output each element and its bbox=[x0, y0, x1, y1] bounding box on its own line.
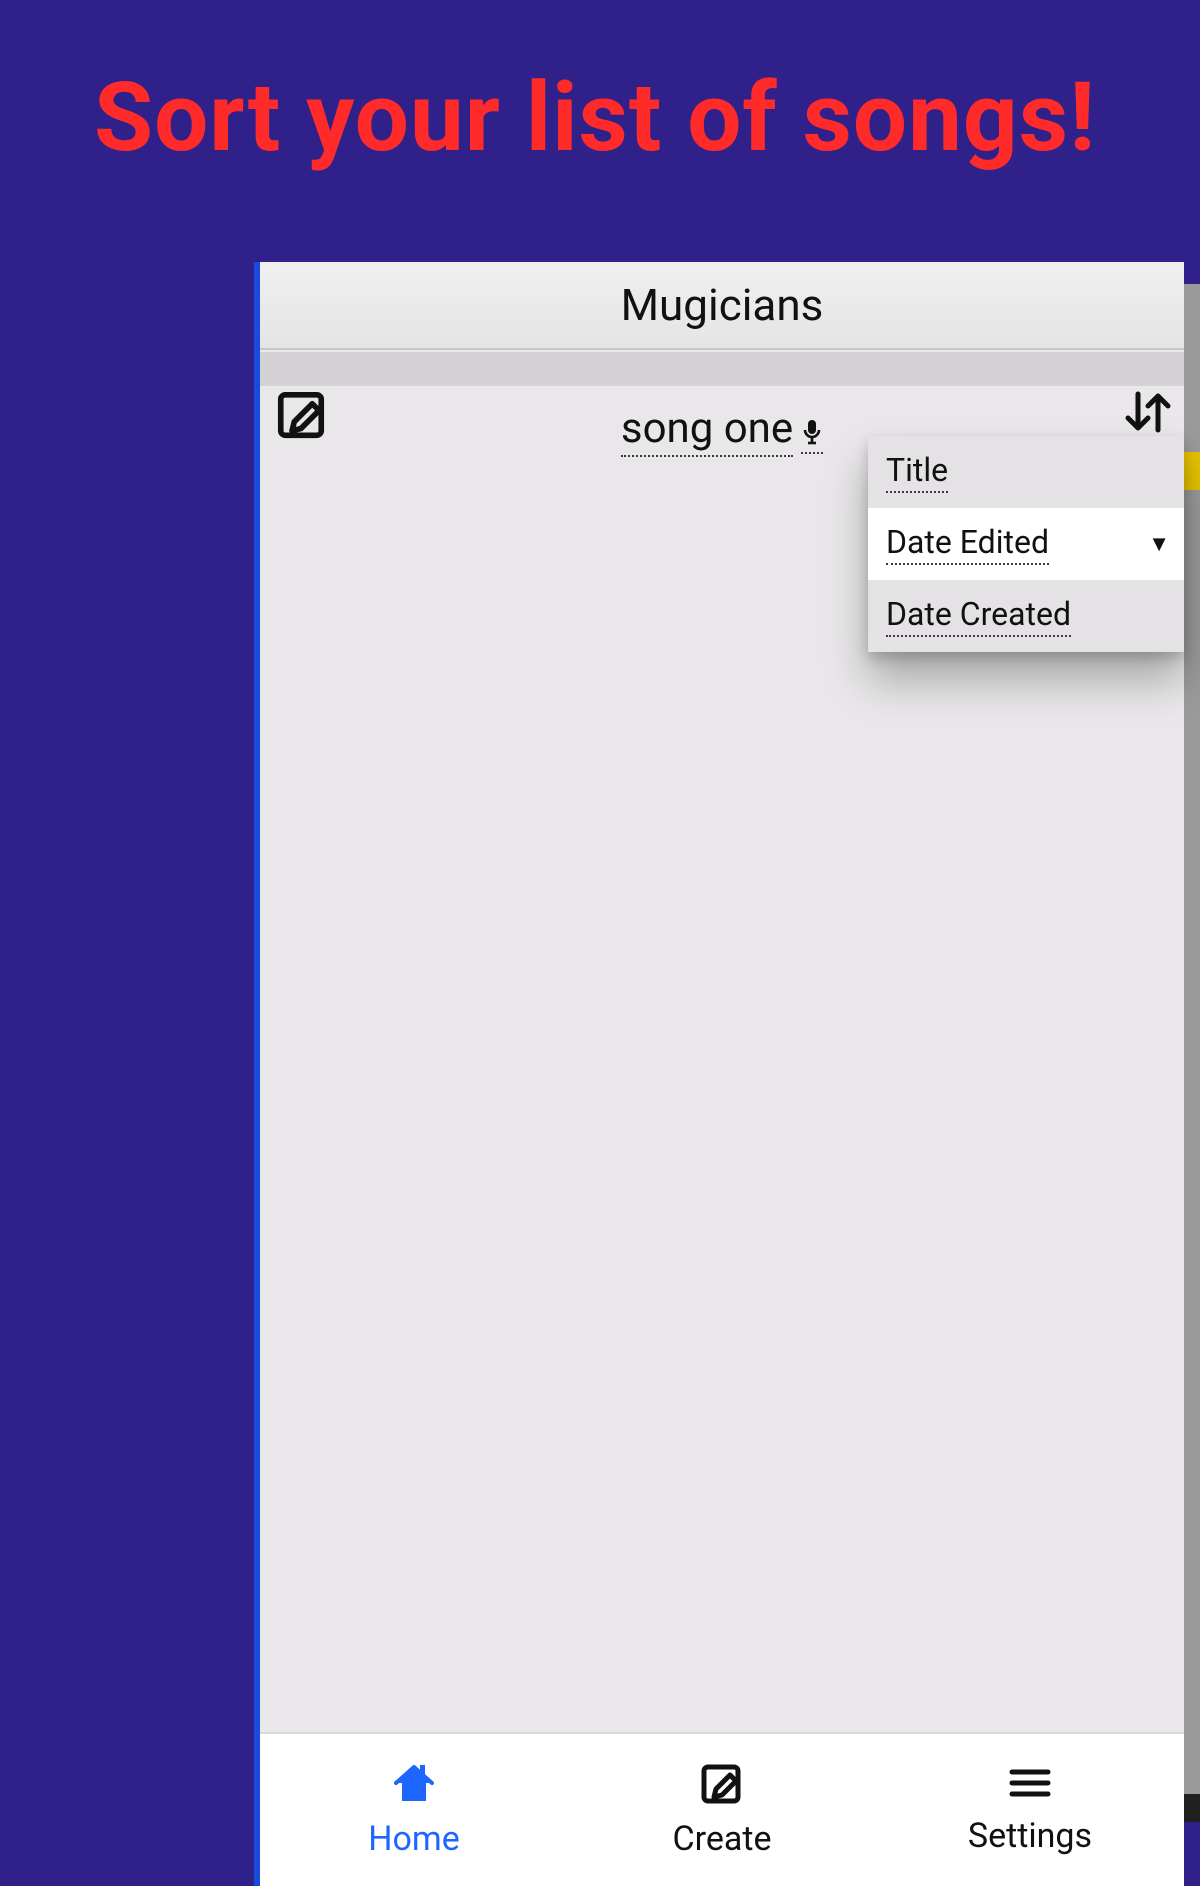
sort-option-title[interactable]: Title bbox=[868, 436, 1184, 508]
sort-arrows-icon[interactable] bbox=[1120, 388, 1174, 440]
app-title: Mugicians bbox=[260, 262, 1184, 350]
nav-home[interactable]: Home bbox=[260, 1734, 568, 1886]
nav-label: Home bbox=[368, 1819, 460, 1859]
bottom-nav: Home Create bbox=[260, 1732, 1184, 1886]
compose-icon bbox=[698, 1761, 746, 1805]
toolbar-divider bbox=[260, 352, 1184, 386]
nav-settings[interactable]: Settings bbox=[876, 1734, 1184, 1886]
phone-frame: Mugicians song one bbox=[254, 262, 1184, 1886]
sort-menu: Title Date Edited Date Created bbox=[868, 436, 1184, 652]
sort-option-date-created[interactable]: Date Created bbox=[868, 580, 1184, 652]
nav-label: Settings bbox=[968, 1816, 1092, 1856]
page-headline: Sort your list of songs! bbox=[0, 0, 1200, 169]
screenshot-stage: Mugicians song one bbox=[254, 262, 1200, 1886]
sort-option-label: Date Edited bbox=[886, 523, 1049, 565]
nav-label: Create bbox=[672, 1819, 771, 1859]
microphone-icon bbox=[801, 418, 823, 454]
sort-option-date-edited[interactable]: Date Edited bbox=[868, 508, 1184, 580]
nav-create[interactable]: Create bbox=[568, 1734, 876, 1886]
song-title[interactable]: song one bbox=[621, 404, 793, 457]
home-icon bbox=[390, 1761, 438, 1805]
hamburger-icon bbox=[1008, 1764, 1052, 1802]
sort-option-label: Title bbox=[886, 451, 948, 493]
sort-option-label: Date Created bbox=[886, 595, 1071, 637]
